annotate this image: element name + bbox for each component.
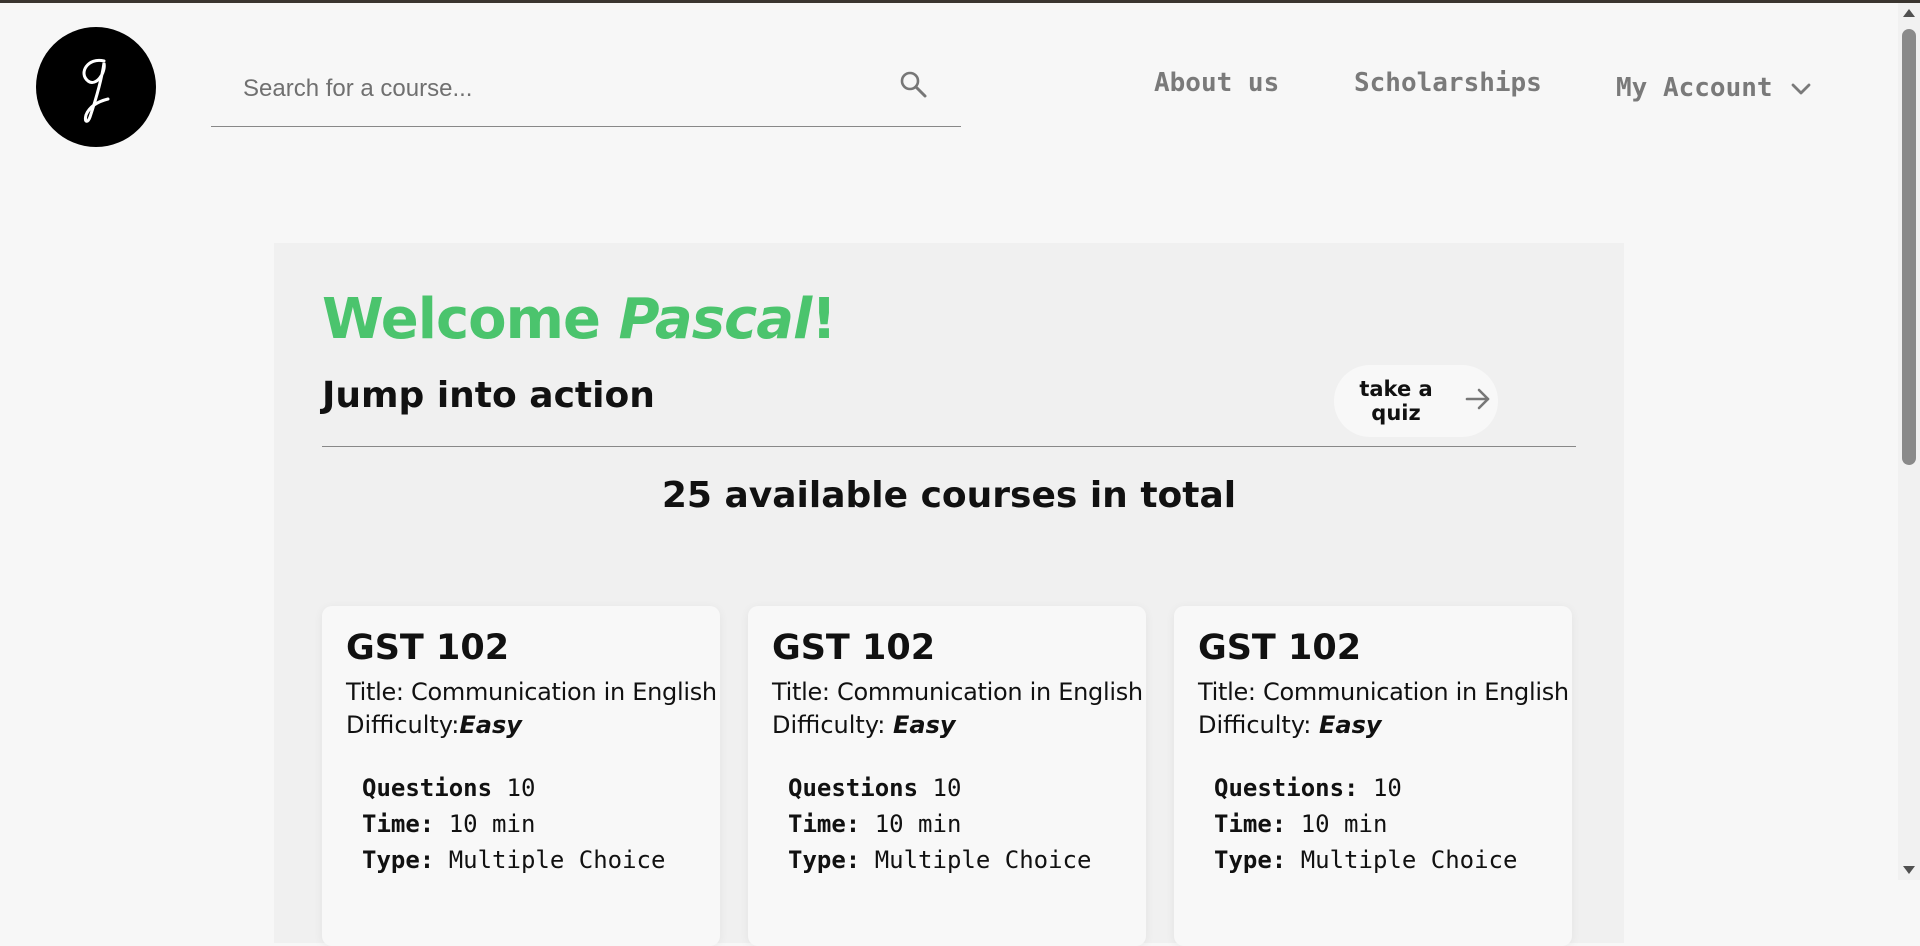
questions-label: Questions: [788, 774, 919, 802]
section-divider: [322, 446, 1576, 447]
nav-about-us[interactable]: About us: [1154, 68, 1279, 108]
questions-label: Questions: [362, 774, 493, 802]
questions-value: 10: [932, 774, 962, 802]
type-label: Type:: [788, 846, 861, 874]
section-subtitle: Jump into action: [322, 375, 655, 416]
course-count: 25 available courses in total: [661, 475, 1237, 516]
nav-my-account-label: My Account: [1616, 73, 1773, 103]
welcome-suffix: !: [811, 287, 837, 352]
search-icon[interactable]: [895, 66, 931, 102]
dashboard-panel: Welcome Pascal! Jump into action take a …: [274, 243, 1624, 946]
course-title: Title: Communication in English: [346, 678, 717, 706]
difficulty-value: Easy: [893, 711, 956, 739]
course-time: Time: 10 min: [788, 810, 961, 838]
scrollbar-thumb[interactable]: [1902, 29, 1916, 465]
take-quiz-button[interactable]: take a quiz: [1334, 365, 1498, 437]
course-difficulty: Difficulty: Easy: [772, 711, 956, 739]
nav-scholarships[interactable]: Scholarships: [1354, 68, 1542, 108]
time-label: Time:: [1214, 810, 1287, 838]
time-label: Time:: [362, 810, 435, 838]
welcome-prefix: Welcome: [322, 287, 619, 352]
course-time: Time: 10 min: [362, 810, 535, 838]
course-type: Type: Multiple Choice: [362, 846, 665, 874]
course-card[interactable]: GST 102 Title: Communication in English …: [322, 606, 720, 946]
course-card[interactable]: GST 102 Title: Communication in English …: [748, 606, 1146, 946]
site-logo[interactable]: [36, 27, 156, 147]
course-difficulty: Difficulty: Easy: [1198, 711, 1382, 739]
scroll-down-arrow-icon[interactable]: [1903, 866, 1915, 874]
type-value: Multiple Choice: [874, 846, 1092, 874]
search-bar: [211, 54, 961, 127]
page-scrollbar[interactable]: [1898, 3, 1920, 880]
course-questions: Questions 10: [362, 774, 535, 802]
course-questions: Questions 10: [788, 774, 961, 802]
course-card[interactable]: GST 102 Title: Communication in English …: [1174, 606, 1572, 946]
course-code: GST 102: [346, 628, 510, 668]
search-input[interactable]: [211, 54, 885, 124]
course-code: GST 102: [772, 628, 936, 668]
questions-label: Questions:: [1214, 774, 1359, 802]
time-label: Time:: [788, 810, 861, 838]
user-name: Pascal: [618, 287, 812, 352]
course-title: Title: Communication in English: [1198, 678, 1569, 706]
welcome-heading: Welcome Pascal!: [322, 287, 837, 352]
logo-script-q-icon: [82, 58, 110, 123]
course-type: Type: Multiple Choice: [788, 846, 1091, 874]
difficulty-value: Easy: [459, 711, 522, 739]
questions-value: 10: [506, 774, 536, 802]
course-difficulty: Difficulty:Easy: [346, 711, 522, 739]
difficulty-label: Difficulty:: [346, 711, 460, 739]
course-code: GST 102: [1198, 628, 1362, 668]
time-value: 10 min: [448, 810, 536, 838]
take-quiz-label: take a quiz: [1359, 377, 1433, 425]
arrow-right-icon: [1464, 387, 1492, 416]
nav-my-account[interactable]: My Account: [1616, 68, 1811, 108]
chevron-down-icon: [1791, 73, 1811, 103]
type-label: Type:: [362, 846, 435, 874]
window-top-border: [0, 0, 1920, 3]
scroll-up-arrow-icon[interactable]: [1903, 9, 1915, 17]
difficulty-label: Difficulty:: [772, 711, 894, 739]
course-questions: Questions: 10: [1214, 774, 1402, 802]
questions-value: 10: [1372, 774, 1402, 802]
difficulty-label: Difficulty:: [1198, 711, 1320, 739]
time-value: 10 min: [874, 810, 962, 838]
type-value: Multiple Choice: [1300, 846, 1518, 874]
course-title: Title: Communication in English: [772, 678, 1143, 706]
type-label: Type:: [1214, 846, 1287, 874]
course-time: Time: 10 min: [1214, 810, 1387, 838]
time-value: 10 min: [1300, 810, 1388, 838]
type-value: Multiple Choice: [448, 846, 666, 874]
course-type: Type: Multiple Choice: [1214, 846, 1517, 874]
difficulty-value: Easy: [1319, 711, 1382, 739]
